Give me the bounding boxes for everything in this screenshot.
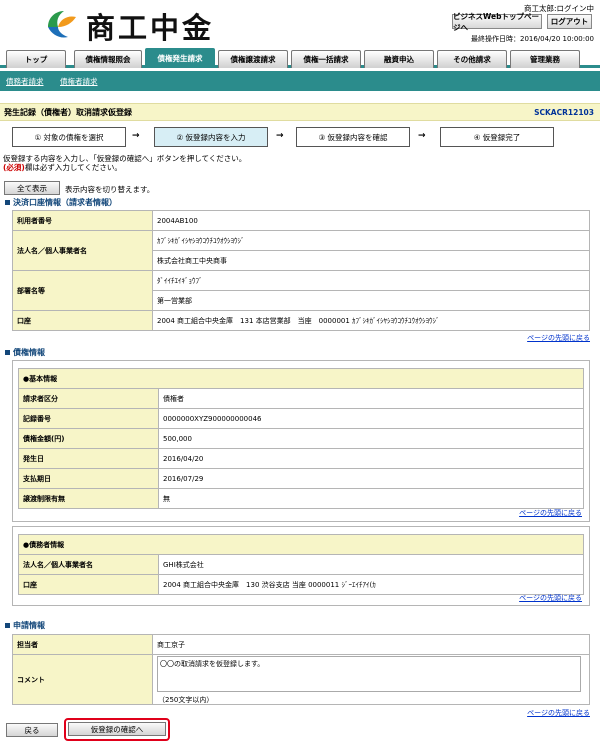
settlement-table: 利用者番号 2004AB100 法人名／個人事業者名 ｶﾌﾞｼｷｶﾞｲｼﾔｼﾖｳ… xyxy=(12,210,590,331)
logo-mark-icon xyxy=(44,9,80,43)
debtor-row-label: 法人名／個人事業者名 xyxy=(18,554,159,575)
tab-claim-inquiry[interactable]: 債権情報照会 xyxy=(74,50,142,68)
section-settlement-title: 決済口座情報（請求者情報） xyxy=(13,198,117,207)
claim-row-value: 2016/07/29 xyxy=(158,468,584,489)
required-note: (必須)欄は必ず入力してください。 xyxy=(3,162,122,173)
claim-row-label: 請求者区分 xyxy=(18,388,159,409)
back-button[interactable]: 戻る xyxy=(6,723,58,737)
section-settlement-heading: 決済口座情報（請求者情報） xyxy=(5,197,117,208)
step-4: ④ 仮登録完了 xyxy=(440,127,554,147)
tab-other-claims[interactable]: その他請求 xyxy=(437,50,507,68)
confirm-button[interactable]: 仮登録の確認へ xyxy=(68,722,166,736)
tab-bulk-claim[interactable]: 債権一括請求 xyxy=(291,50,361,68)
required-note-text: 欄は必ず入力してください。 xyxy=(24,163,122,172)
account-label: 口座 xyxy=(12,310,153,331)
section-claim-heading: 債権情報 xyxy=(5,347,45,358)
required-mark: (必須) xyxy=(3,163,25,172)
back-to-top-link[interactable]: ページの先頭に戻る xyxy=(519,508,582,518)
dept-kana: ﾀﾞｲｲﾁｴｲｷﾞｮｳﾌﾞ xyxy=(152,270,590,291)
person-label: 担当者 xyxy=(12,634,153,655)
logout-button[interactable]: ログアウト xyxy=(547,14,592,29)
claim-row-label: 譲渡制限有無 xyxy=(18,488,159,509)
claim-row-value: 債権者 xyxy=(158,388,584,409)
back-to-top-link[interactable]: ページの先頭に戻る xyxy=(527,333,590,343)
step-3: ③ 仮登録内容を確認 xyxy=(296,127,410,147)
comment-limit: （250文字以内） xyxy=(158,696,214,704)
debtor-row-value: 2004 商工組合中央金庫 130 渋谷支店 当座 0000011 ｼﾞｰｴｲﾁ… xyxy=(158,574,584,595)
back-to-top-link[interactable]: ページの先頭に戻る xyxy=(527,708,590,718)
step-1: ① 対象の債権を選択 xyxy=(12,127,126,147)
tab-claim-issue[interactable]: 債権発生請求 xyxy=(145,48,215,68)
subnav-debtor-claim[interactable]: 債務者請求 xyxy=(6,76,44,87)
show-all-button[interactable]: 全て表示 xyxy=(4,181,60,195)
arrow-icon: → xyxy=(418,131,426,141)
corp-name-value: 株式会社商工中央商事 xyxy=(152,250,590,271)
toggle-note: 表示内容を切り替えます。 xyxy=(65,185,155,194)
logo: 商工中金 xyxy=(44,5,214,47)
main-nav: トップ 債権情報照会 債権発生請求 債権譲渡請求 債権一括請求 融資申込 その他… xyxy=(0,48,600,68)
claim-row-label: 債権金額(円) xyxy=(18,428,159,449)
section-application-title: 申請情報 xyxy=(13,621,45,630)
claim-row-value: 無 xyxy=(158,488,584,509)
debtor-info-table: ●債務者情報 法人名／個人事業者名 GHI株式会社 口座 2004 商工組合中央金庫… xyxy=(18,534,584,595)
logo-text: 商工中金 xyxy=(86,11,215,45)
corp-name-label: 法人名／個人事業者名 xyxy=(12,230,153,271)
step-2-current: ② 仮登録内容を入力 xyxy=(154,127,268,147)
section-application-heading: 申請情報 xyxy=(5,620,45,631)
claim-row-label: 記録番号 xyxy=(18,408,159,429)
corp-name-kana: ｶﾌﾞｼｷｶﾞｲｼﾔｼﾖｳｺｳﾁﾕｳｵｳｼﾖｳｼﾞ xyxy=(152,230,590,251)
person-value: 商工京子 xyxy=(152,634,590,655)
header: 商工中金 商工太郎:ログイン中 ビジネスWebトップページへ ログアウト 最終操… xyxy=(0,0,600,46)
title-bar: 発生記録（債権者）取消請求仮登録 SCKACR12103 xyxy=(0,103,600,121)
claim-row-value: 0000000XYZ900000000046 xyxy=(158,408,584,429)
business-top-button[interactable]: ビジネスWebトップページへ xyxy=(452,12,542,32)
back-to-top-link[interactable]: ページの先頭に戻る xyxy=(519,593,582,603)
basic-info-table: ●基本情報 請求者区分 債権者 記録番号 0000000XYZ90000000004… xyxy=(18,368,584,509)
debtor-row-value: GHI株式会社 xyxy=(158,554,584,575)
basic-info-heading: ●基本情報 xyxy=(18,368,584,389)
user-no-value: 2004AB100 xyxy=(152,210,590,231)
arrow-icon: → xyxy=(132,131,140,141)
tab-management[interactable]: 管理業務 xyxy=(510,50,580,68)
claim-row-value: 500,000 xyxy=(158,428,584,449)
last-operation-time: 最終操作日時：2016/04/20 10:00:00 xyxy=(470,35,594,43)
account-value: 2004 商工組合中央金庫 131 本店営業部 当座 0000001 ｶﾌﾞｼｷ… xyxy=(152,310,590,331)
claim-row-label: 発生日 xyxy=(18,448,159,469)
page-title: 発生記録（債権者）取消請求仮登録 xyxy=(4,108,132,117)
user-no-label: 利用者番号 xyxy=(12,210,153,231)
section-claim-title: 債権情報 xyxy=(13,348,45,357)
dept-label: 部署名等 xyxy=(12,270,153,311)
tab-loan-application[interactable]: 融資申込 xyxy=(364,50,434,68)
dept-value: 第一営業部 xyxy=(152,290,590,311)
debtor-info-heading: ●債務者情報 xyxy=(18,534,584,555)
tab-top[interactable]: トップ xyxy=(6,50,66,68)
subnav-creditor-claim[interactable]: 債権者請求 xyxy=(60,76,98,87)
claim-row-value: 2016/04/20 xyxy=(158,448,584,469)
debtor-row-label: 口座 xyxy=(18,574,159,595)
comment-input[interactable]: 〇〇の取消請求を仮登録します。 xyxy=(157,656,581,692)
tab-claim-transfer[interactable]: 債権譲渡請求 xyxy=(218,50,288,68)
arrow-icon: → xyxy=(276,131,284,141)
claim-row-label: 支払期日 xyxy=(18,468,159,489)
sub-nav: 債務者請求 債権者請求 xyxy=(0,71,600,91)
comment-label: コメント xyxy=(12,654,153,705)
screen-code: SCKACR12103 xyxy=(534,108,594,117)
